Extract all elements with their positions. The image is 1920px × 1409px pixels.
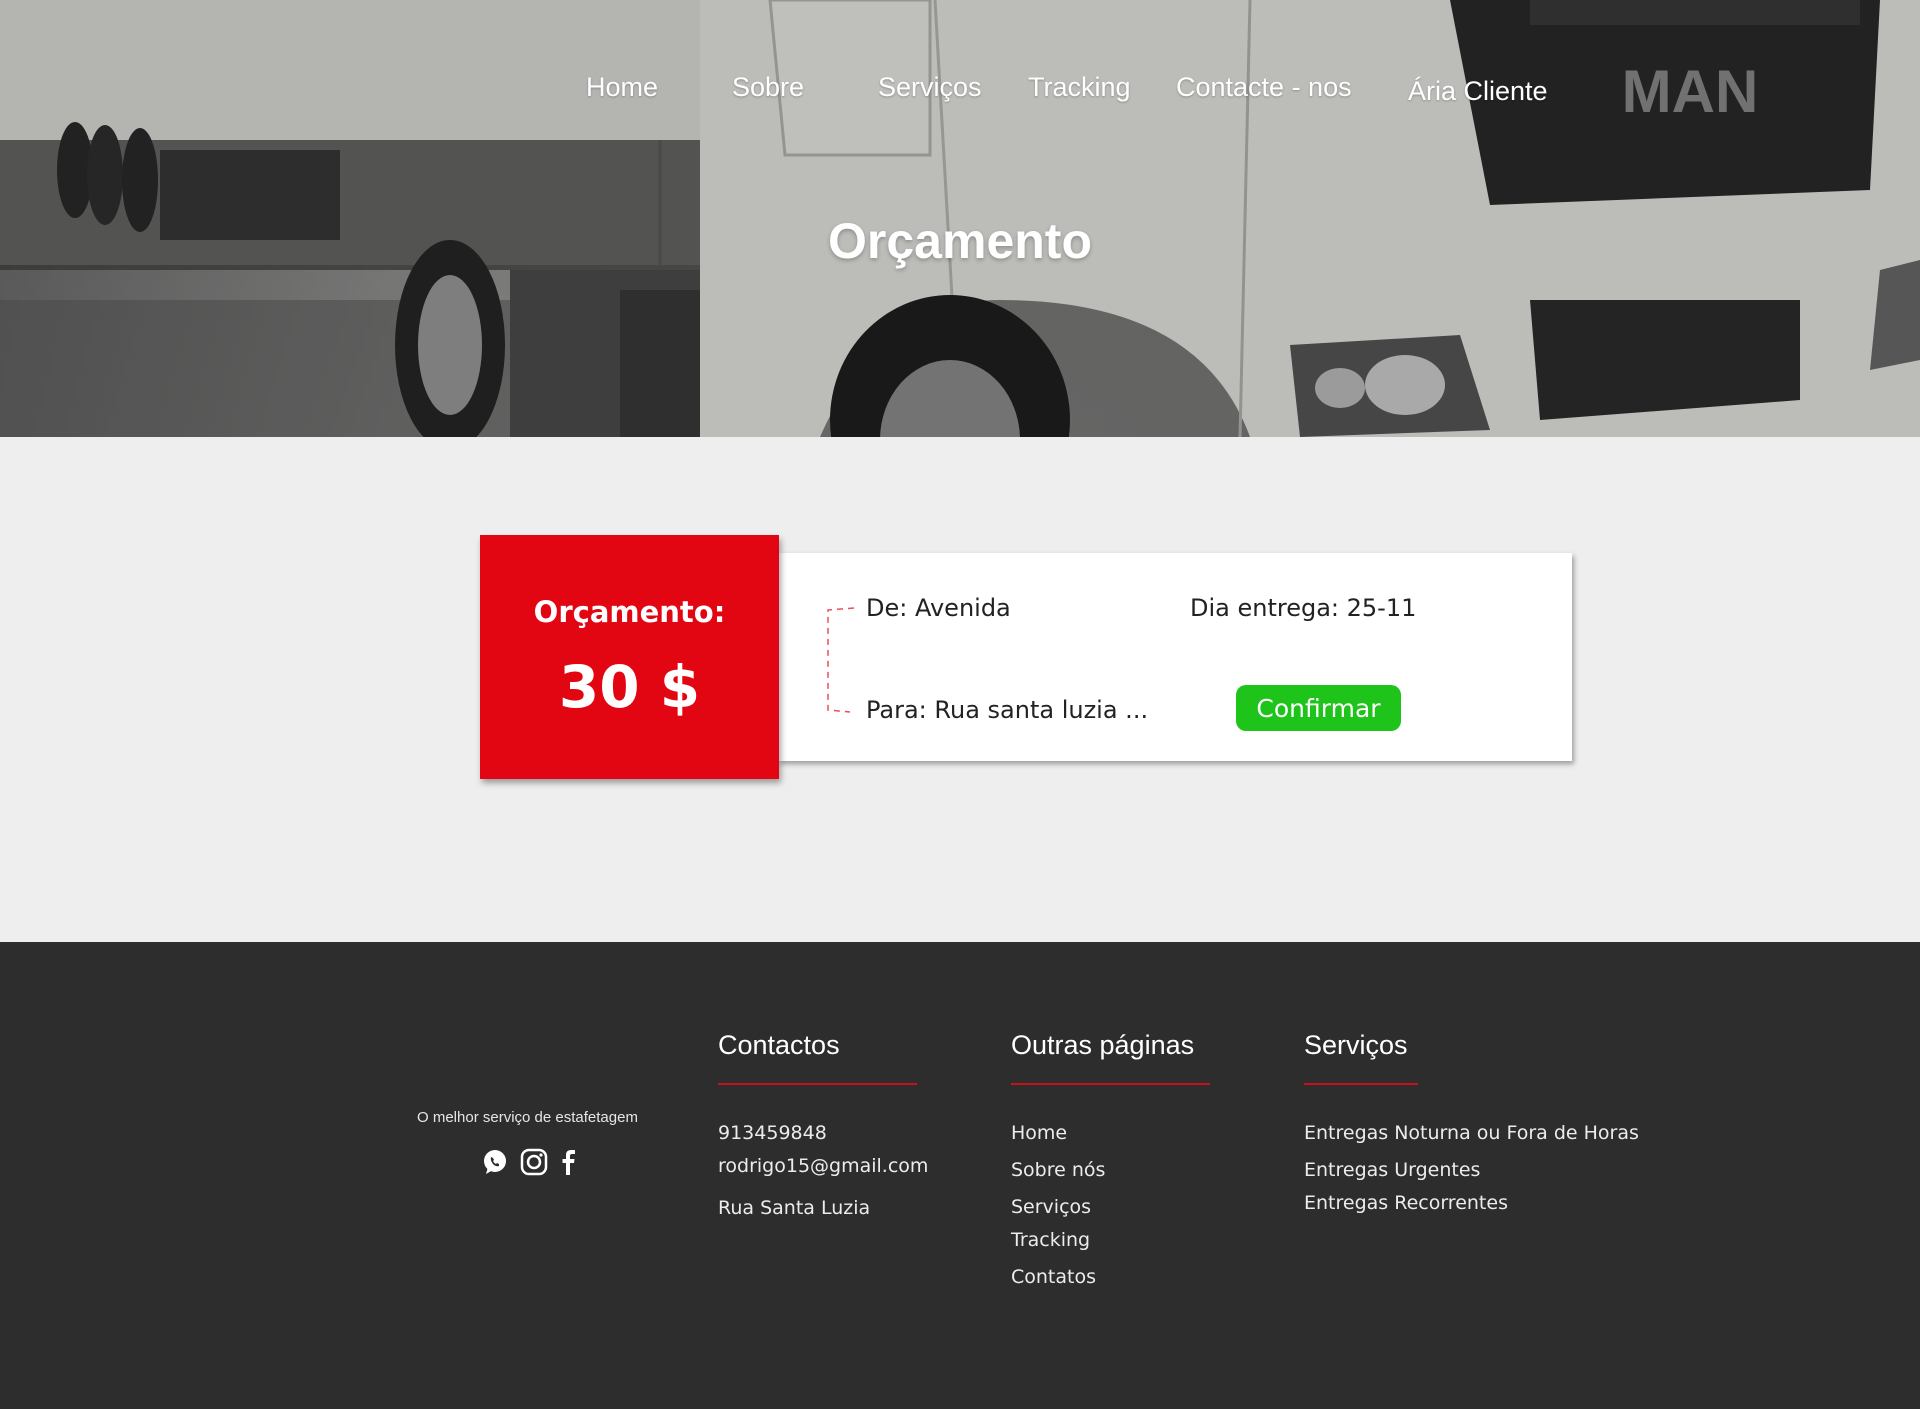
origin-field: De: Avenida: [866, 594, 1011, 622]
footer-link-tracking[interactable]: Tracking: [1011, 1229, 1090, 1251]
facebook-icon[interactable]: [553, 1147, 583, 1177]
footer-link-servicos[interactable]: Serviços: [1011, 1196, 1091, 1218]
quote-details-card: [778, 553, 1572, 761]
nav-contacte[interactable]: Contacte - nos: [1176, 72, 1352, 103]
footer-service-urgent[interactable]: Entregas Urgentes: [1304, 1159, 1480, 1181]
footer-link-sobre[interactable]: Sobre nós: [1011, 1159, 1105, 1181]
price-value: 30 $: [558, 653, 701, 721]
services-title: Serviços: [1304, 1030, 1408, 1060]
footer-service-recurring[interactable]: Entregas Recorrentes: [1304, 1192, 1508, 1214]
contact-phone: 913459848: [718, 1122, 827, 1144]
services-divider: [1304, 1083, 1418, 1085]
nav-area-cliente[interactable]: Ária Cliente: [1408, 76, 1548, 107]
contact-address: Rua Santa Luzia: [718, 1197, 871, 1219]
footer-service-night[interactable]: Entregas Noturna ou Fora de Horas: [1304, 1122, 1639, 1144]
footer: O melhor serviço de estafetagem Contacto…: [0, 942, 1920, 1409]
footer-link-contatos[interactable]: Contatos: [1011, 1266, 1096, 1288]
whatsapp-icon[interactable]: [480, 1147, 510, 1177]
pages-title: Outras páginas: [1011, 1030, 1195, 1060]
confirm-button[interactable]: Confirmar: [1236, 685, 1401, 731]
nav-home[interactable]: Home: [586, 72, 658, 103]
destination-field: Para: Rua santa luzia ...: [866, 696, 1149, 724]
nav-sobre[interactable]: Sobre: [732, 72, 804, 103]
main-nav: Home Sobre Serviços Tracking Contacte - …: [0, 0, 1920, 180]
nav-tracking[interactable]: Tracking: [1028, 72, 1131, 103]
hero-banner: MAN Home Sobre Serviços Tracking Contact…: [0, 0, 1920, 437]
delivery-date: Dia entrega: 25-11: [1190, 594, 1417, 622]
footer-link-home[interactable]: Home: [1011, 1122, 1067, 1144]
contact-email: rodrigo15@gmail.com: [718, 1155, 929, 1177]
route-connector: [827, 607, 855, 713]
pages-divider: [1011, 1083, 1210, 1085]
price-box: Orçamento: 30 $: [480, 535, 779, 779]
nav-servicos[interactable]: Serviços: [878, 72, 982, 103]
page-title: Orçamento: [828, 213, 1092, 269]
footer-tagline: O melhor serviço de estafetagem: [417, 1109, 638, 1126]
contacts-divider: [718, 1083, 917, 1085]
price-label: Orçamento:: [533, 595, 726, 629]
contacts-title: Contactos: [718, 1030, 840, 1060]
instagram-icon[interactable]: [519, 1147, 549, 1177]
